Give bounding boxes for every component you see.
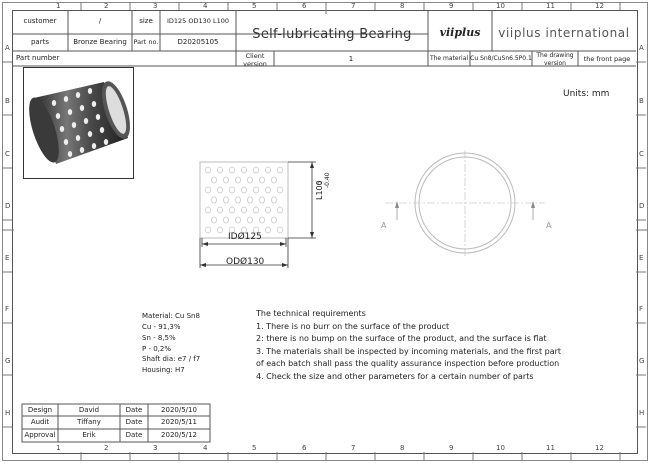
approval-name: Tiffany — [77, 418, 101, 426]
approval-date: 2020/5/12 — [161, 431, 197, 439]
approval-role: Approval — [24, 431, 56, 439]
approval-name: David — [78, 406, 100, 414]
approval-date-label: Date — [125, 431, 143, 439]
approval-grid — [21, 403, 211, 443]
approval-date-label: Date — [125, 406, 143, 414]
approval-role: Audit — [30, 418, 50, 426]
approval-date-label: Date — [125, 418, 143, 426]
approval-name: Erik — [82, 431, 96, 439]
approval-date: 2020/5/11 — [161, 418, 197, 426]
approval-role: Design — [27, 406, 53, 414]
approval-date: 2020/5/10 — [161, 406, 197, 414]
